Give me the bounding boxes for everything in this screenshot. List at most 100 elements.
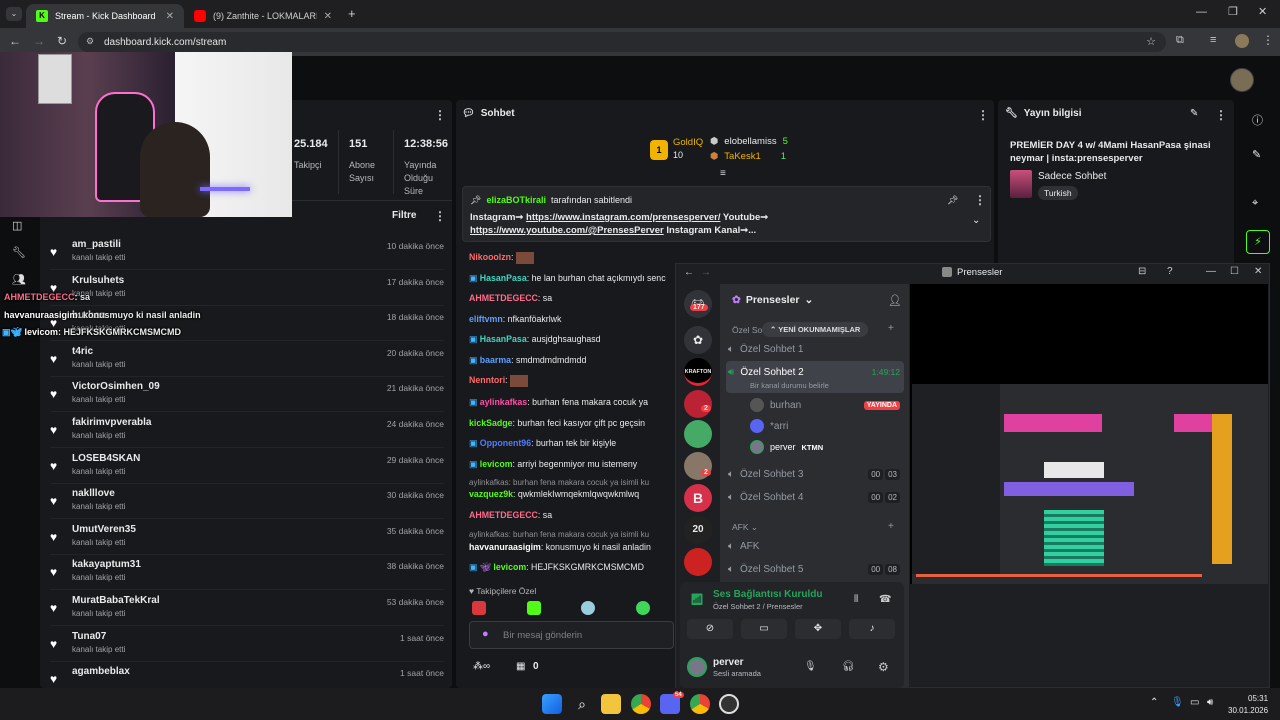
channel-points-icon[interactable]: ⁂∞ (473, 661, 490, 672)
chat-username[interactable]: HasanPasa (480, 334, 527, 344)
voice-channel-5[interactable]: 🔈︎ Özel Sohbet 5 00 08 (728, 559, 900, 579)
current-user-name[interactable]: perver (713, 657, 744, 668)
follower-name[interactable]: t4ric (72, 346, 93, 357)
chat-username[interactable]: Nikooolzn (469, 252, 511, 262)
activity-item[interactable]: ♥ Tuna07 kanalı takip etti 1 saat önce (50, 631, 444, 667)
forward-icon[interactable]: → (33, 34, 45, 48)
chat-username[interactable]: kickSadge (469, 418, 513, 428)
chat-username[interactable]: havvanuraasigim (469, 542, 541, 552)
chrome-profile-icon[interactable] (690, 694, 710, 714)
disconnect-icon[interactable]: ☎ (879, 594, 891, 605)
help-icon[interactable]: ? (1167, 266, 1173, 277)
reload-icon[interactable]: ↻ (57, 34, 67, 48)
activity-item[interactable]: ♥ Krulsuhets kanalı takip etti 17 dakika… (50, 275, 444, 311)
start-button-icon[interactable] (542, 694, 562, 714)
server-krafton[interactable]: KRAFTON (684, 358, 712, 386)
activities-button[interactable]: ✥ (795, 619, 841, 639)
close-tab-icon[interactable]: ✕ (324, 11, 332, 22)
tab-kick-dashboard[interactable]: K Stream - Kick Dashboard ✕ (26, 4, 184, 28)
follower-name[interactable]: LOSEB4SKAN (72, 453, 140, 464)
address-bar[interactable]: ⚙ dashboard.kick.com/stream ☆ (78, 32, 1166, 52)
channel-status[interactable]: Bir kanal durumu belirle (750, 381, 829, 390)
edit-stream-info-icon[interactable]: ✎ (1190, 108, 1198, 119)
browser-menu-icon[interactable]: ⋮ (1262, 33, 1274, 47)
clock-time[interactable]: 05:31 (1248, 694, 1268, 703)
activity-item[interactable]: ♥ LOSEB4SKAN kanalı takip etti 29 dakika… (50, 453, 444, 489)
inbox-icon[interactable]: ⊟ (1138, 266, 1146, 277)
layout-icon[interactable]: ◫ (12, 219, 22, 232)
emote-3[interactable] (581, 601, 595, 615)
follower-name[interactable]: UmutVeren35 (72, 524, 136, 535)
invite-people-icon[interactable]: 👤︎ (888, 294, 902, 307)
voice-channel-path[interactable]: Özel Sohbet 2 / Prensesler (713, 602, 803, 611)
category-thumbnail[interactable] (1010, 170, 1032, 198)
voice-member[interactable]: perver KTMN (750, 437, 900, 457)
category-header[interactable]: Özel So (732, 325, 762, 335)
follower-name[interactable]: Krulsuhets (72, 275, 124, 286)
chat-username[interactable]: baarma (480, 355, 511, 365)
chat-username[interactable]: aylinkafkas (480, 397, 527, 407)
emote-1[interactable] (472, 601, 486, 615)
soundboard-button[interactable]: ♪ (849, 619, 895, 639)
voice-member[interactable]: burhan YAYINDA (750, 395, 900, 415)
close-window-button[interactable]: ✕ (1258, 5, 1267, 18)
chat-username[interactable]: vazquez9k (469, 489, 513, 499)
wrench-icon[interactable]: 🔧︎ (12, 246, 26, 259)
focus-icon[interactable]: ⌖ (1252, 197, 1258, 210)
follower-name[interactable]: fakirimvpverabla (72, 417, 152, 428)
leaderboard-second[interactable]: ⬢ elobellamiss 5 (710, 136, 810, 149)
expand-pinned-icon[interactable]: ⌄ (972, 215, 980, 226)
chat-username[interactable]: Opponent96 (480, 438, 531, 448)
activity-menu-icon[interactable]: ⋮ (434, 209, 446, 223)
category-name[interactable]: Sadece Sohbet (1038, 171, 1106, 182)
bookmark-star-icon[interactable]: ☆ (1146, 35, 1156, 48)
expand-leaderboard-icon[interactable]: ≡ (720, 168, 726, 179)
pen-icon[interactable]: ✎ (1252, 148, 1261, 161)
tab-youtube[interactable]: (9) Zanthite - LOKMALARIN HAKİ ✕ (184, 4, 342, 28)
voice-channel-4[interactable]: 🔈︎ Özel Sohbet 4 00 02 (728, 487, 900, 507)
discord-back-icon[interactable]: ← (684, 267, 694, 278)
voice-channel-1[interactable]: 🔈︎ Özel Sohbet 1 (728, 339, 900, 359)
unread-pill[interactable]: ⌃ YENİ OKUNMAMIŞLAR (762, 322, 869, 337)
discord-forward-icon[interactable]: → (701, 267, 711, 278)
lightning-button[interactable]: ⚡︎ (1246, 230, 1270, 254)
follower-name[interactable]: MuratBabaTekKral (72, 595, 160, 606)
follower-name[interactable]: am_pastili (72, 239, 121, 250)
microphone-icon[interactable]: 🎙︎ (804, 661, 817, 672)
activity-item[interactable]: ♥ VictorOsimhen_09 kanalı takip etti 21 … (50, 381, 444, 417)
media-control-icon[interactable]: ≡ (1210, 34, 1216, 46)
headphones-icon[interactable]: 🎧︎ (842, 661, 855, 672)
profile-avatar[interactable] (1235, 34, 1249, 48)
activity-item[interactable]: ♥ naklllove kanalı takip etti 30 dakika … (50, 488, 444, 524)
filter-button[interactable]: Filtre (392, 210, 416, 221)
tab-search-button[interactable]: ⌄ (6, 7, 22, 21)
chat-username[interactable]: AHMETDEGECC (469, 510, 538, 520)
user-avatar[interactable] (687, 657, 707, 677)
category-header[interactable]: AFK ⌄ (732, 522, 758, 533)
chat-username[interactable]: levicom (493, 562, 526, 572)
follower-name[interactable]: kakayaptum31 (72, 559, 141, 570)
server-3[interactable] (684, 420, 712, 448)
chat-username[interactable]: HasanPasa (480, 273, 527, 283)
stream-info-menu-icon[interactable]: ⋮ (1215, 108, 1227, 122)
voice-channel-2[interactable]: 🔊︎ Özel Sohbet 2 1:49:12 (728, 362, 900, 382)
voice-status[interactable]: Ses Bağlantısı Kuruldu (713, 589, 822, 600)
activity-item[interactable]: ♥ fakirimvpverabla kanalı takip etti 24 … (50, 417, 444, 453)
follower-name[interactable]: naklllove (72, 488, 115, 499)
site-info-icon[interactable]: ⚙ (86, 36, 94, 47)
stats-menu-icon[interactable]: ⋮ (434, 108, 446, 122)
signal-icon[interactable]: 📶︎ (690, 593, 704, 606)
camera-off-button[interactable]: ⊘ (687, 619, 733, 639)
obs-icon[interactable] (719, 694, 739, 714)
add-channel-icon[interactable]: + (888, 323, 894, 334)
youtube-link[interactable]: https://www.youtube.com/@PrensesPerver (470, 225, 664, 236)
new-tab-button[interactable]: + (348, 6, 356, 21)
activity-item[interactable]: ♥ kakayaptum31 kanalı takip etti 38 daki… (50, 559, 444, 595)
emote-2[interactable] (527, 601, 541, 615)
activity-item[interactable]: ♥ UmutVeren35 kanalı takip etti 35 dakik… (50, 524, 444, 560)
minimize-window-button[interactable]: — (1196, 6, 1207, 18)
chat-username[interactable]: levicom (480, 459, 513, 469)
clock-date[interactable]: 30.01.2026 (1228, 706, 1268, 715)
follower-name[interactable]: Tuna07 (72, 631, 106, 642)
users-icon[interactable]: 👥︎ (12, 273, 26, 286)
